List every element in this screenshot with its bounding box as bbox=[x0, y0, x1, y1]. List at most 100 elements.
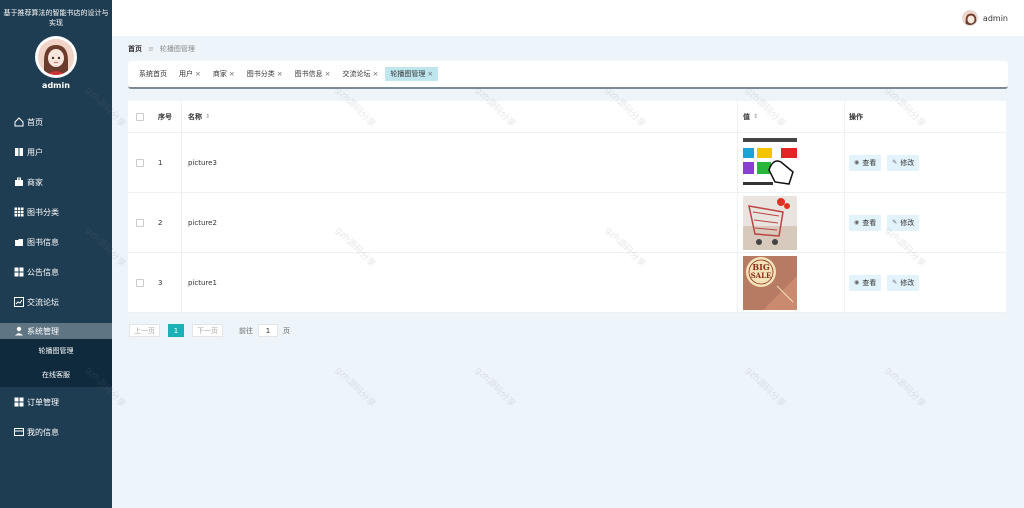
select-all-checkbox[interactable] bbox=[136, 112, 144, 121]
tag-home[interactable]: 系统首页 bbox=[134, 67, 172, 81]
col-ops: 操作 bbox=[849, 112, 863, 121]
sidebar-item-label: 图书分类 bbox=[27, 207, 59, 217]
edit-label: 修改 bbox=[900, 218, 915, 227]
watermark: gzh源码分享 bbox=[883, 365, 927, 410]
sidebar-item-users[interactable]: 用户 bbox=[0, 137, 112, 167]
user-menu[interactable]: admin bbox=[961, 10, 1008, 26]
sidebar-username: admin bbox=[42, 81, 70, 90]
close-icon[interactable]: × bbox=[195, 70, 201, 78]
pagination: 上一页 1 下一页 前往 1 页 bbox=[129, 324, 290, 337]
sidebar-item-my-info[interactable]: 我的信息 bbox=[0, 417, 112, 447]
row-name: picture3 bbox=[182, 133, 738, 192]
goto-page-input[interactable]: 1 bbox=[258, 324, 278, 337]
view-button[interactable]: ◉ 查看 bbox=[849, 214, 882, 231]
view-button[interactable]: ◉ 查看 bbox=[849, 154, 882, 171]
close-icon[interactable]: × bbox=[373, 70, 379, 78]
sidebar-item-label: 公告信息 bbox=[27, 267, 59, 277]
sidebar-item-notices[interactable]: 公告信息 bbox=[0, 257, 112, 287]
tag-merchants[interactable]: 商家 × bbox=[208, 67, 240, 81]
edit-label: 修改 bbox=[900, 278, 915, 287]
sidebar-item-label: 我的信息 bbox=[27, 427, 59, 437]
tag-book-info[interactable]: 图书信息 × bbox=[290, 67, 336, 81]
chart-icon bbox=[13, 297, 24, 308]
eye-icon: ◉ bbox=[854, 219, 860, 226]
row-index: 2 bbox=[152, 193, 182, 252]
tag-label: 交流论坛 bbox=[342, 70, 371, 78]
sidebar-submenu: 轮播图管理 在线客服 bbox=[0, 339, 112, 387]
edit-button[interactable]: ✎ 修改 bbox=[887, 214, 920, 231]
row-checkbox[interactable] bbox=[136, 218, 144, 227]
next-page-button[interactable]: 下一页 bbox=[192, 324, 223, 337]
col-index: 序号 bbox=[152, 101, 182, 132]
row-name: picture1 bbox=[182, 253, 738, 312]
col-value[interactable]: 值 ⇕ bbox=[738, 101, 845, 132]
watermark: gzh源码分享 bbox=[473, 365, 517, 410]
sidebar-item-label: 订单管理 bbox=[27, 397, 59, 407]
close-icon[interactable]: × bbox=[229, 70, 235, 78]
sidebar-item-book-category[interactable]: 图书分类 bbox=[0, 197, 112, 227]
folder-icon bbox=[13, 237, 24, 248]
sidebar-item-merchants[interactable]: 商家 bbox=[0, 167, 112, 197]
edit-icon: ✎ bbox=[892, 159, 898, 166]
username: admin bbox=[982, 13, 1008, 23]
row-checkbox[interactable] bbox=[136, 158, 144, 167]
close-icon[interactable]: × bbox=[277, 70, 283, 78]
sort-icon[interactable]: ⇕ bbox=[205, 113, 210, 120]
sidebar-item-forum[interactable]: 交流论坛 bbox=[0, 287, 112, 317]
col-value-label: 值 bbox=[743, 112, 750, 121]
col-name[interactable]: 名称 ⇕ bbox=[182, 101, 738, 132]
home-icon bbox=[13, 117, 24, 128]
sort-icon[interactable]: ⇕ bbox=[753, 113, 758, 120]
user-icon bbox=[13, 326, 24, 337]
book-icon bbox=[13, 147, 24, 158]
sidebar-item-home[interactable]: 首页 bbox=[0, 107, 112, 137]
edit-icon: ✎ bbox=[892, 279, 898, 286]
tag-label: 系统首页 bbox=[139, 70, 167, 78]
edit-button[interactable]: ✎ 修改 bbox=[887, 154, 920, 171]
sidebar-item-label: 商家 bbox=[27, 177, 43, 187]
breadcrumb-current: 轮播图管理 bbox=[159, 45, 195, 53]
sidebar-menu: 首页 用户 商家 图书分类 图书信息 公告信息 交流论坛 系统管理 轮播图管理 … bbox=[0, 107, 112, 447]
tag-users[interactable]: 用户 × bbox=[174, 67, 206, 81]
eye-icon: ◉ bbox=[854, 279, 860, 286]
table-row: 3 picture1 BIG SALE ◉ 查看 ✎ 修改 bbox=[128, 253, 1006, 313]
goto-label: 前往 bbox=[239, 326, 253, 335]
edit-button[interactable]: ✎ 修改 bbox=[887, 274, 920, 291]
breadcrumb: 首页 ≡ 轮播图管理 bbox=[128, 44, 195, 54]
briefcase-icon bbox=[13, 177, 24, 188]
carousel-thumbnail[interactable] bbox=[743, 195, 797, 250]
breadcrumb-home[interactable]: 首页 bbox=[128, 44, 142, 54]
table-row: 2 picture2 ◉ 查看 ✎ 修改 bbox=[128, 193, 1006, 253]
col-name-label: 名称 bbox=[188, 112, 202, 121]
tag-forum[interactable]: 交流论坛 × bbox=[338, 67, 384, 81]
topbar: admin bbox=[112, 0, 1024, 36]
svg-text:SALE: SALE bbox=[751, 271, 772, 280]
carousel-thumbnail[interactable]: BIG SALE bbox=[743, 255, 797, 310]
grid-icon bbox=[13, 267, 24, 278]
tag-book-category[interactable]: 图书分类 × bbox=[242, 67, 288, 81]
carousel-table: 序号 名称 ⇕ 值 ⇕ 操作 1 picture3 ◉ 查看 ✎ 修改 2 pi… bbox=[128, 101, 1006, 313]
tag-label: 图书分类 bbox=[246, 70, 275, 78]
watermark: gzh源码分享 bbox=[743, 365, 787, 410]
tag-label: 轮播图管理 bbox=[390, 70, 426, 78]
sidebar-item-book-info[interactable]: 图书信息 bbox=[0, 227, 112, 257]
watermark: gzh源码分享 bbox=[333, 365, 377, 410]
sidebar-item-label: 用户 bbox=[27, 147, 43, 157]
row-checkbox[interactable] bbox=[136, 278, 144, 287]
tag-label: 图书信息 bbox=[294, 70, 323, 78]
close-icon[interactable]: × bbox=[325, 70, 331, 78]
row-index: 1 bbox=[152, 133, 182, 192]
submenu-item-online-service[interactable]: 在线客服 bbox=[0, 363, 112, 387]
tag-carousel[interactable]: 轮播图管理 × bbox=[385, 67, 439, 81]
view-label: 查看 bbox=[862, 218, 877, 227]
carousel-thumbnail[interactable] bbox=[743, 135, 797, 190]
page-number-button[interactable]: 1 bbox=[168, 324, 184, 337]
avatar bbox=[961, 10, 978, 26]
sidebar-item-orders[interactable]: 订单管理 bbox=[0, 387, 112, 417]
table-header: 序号 名称 ⇕ 值 ⇕ 操作 bbox=[128, 101, 1006, 133]
prev-page-button[interactable]: 上一页 bbox=[129, 324, 160, 337]
close-icon[interactable]: × bbox=[427, 70, 433, 78]
sidebar-item-system[interactable]: 系统管理 bbox=[0, 323, 112, 339]
submenu-item-carousel[interactable]: 轮播图管理 bbox=[0, 339, 112, 363]
view-button[interactable]: ◉ 查看 bbox=[849, 274, 882, 291]
